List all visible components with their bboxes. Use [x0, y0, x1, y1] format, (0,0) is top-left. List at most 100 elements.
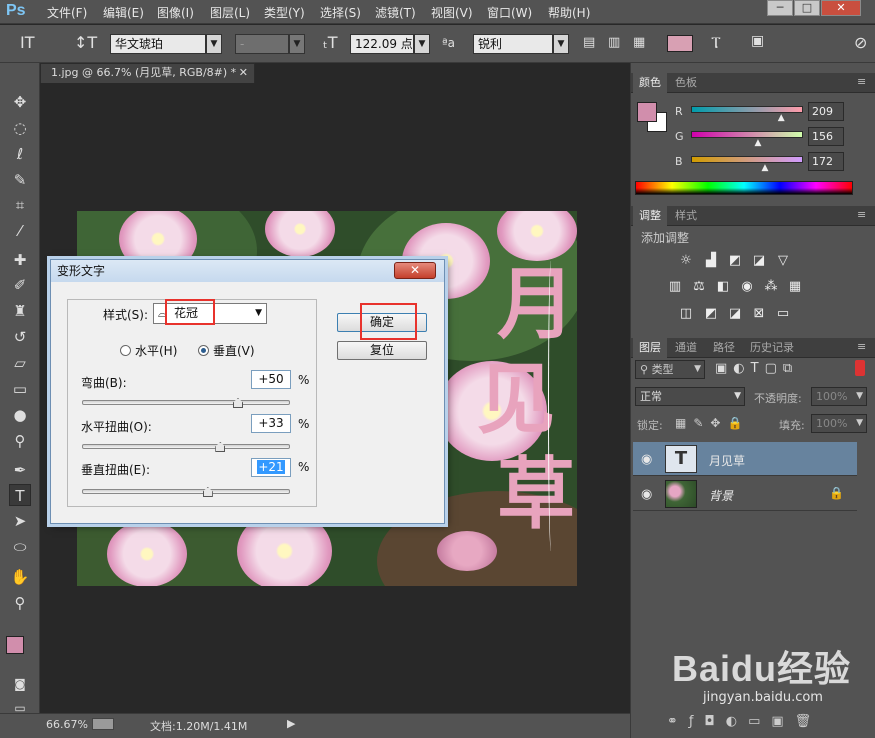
font-family-dropdown-icon[interactable]: ▼	[206, 34, 222, 54]
menu-filter[interactable]: 滤镜(T)	[375, 4, 416, 21]
vertical-radio[interactable]	[198, 345, 209, 356]
menu-view[interactable]: 视图(V)	[431, 4, 473, 21]
zoom-tool-icon[interactable]: ⚲	[9, 592, 31, 614]
eyedropper-tool-icon[interactable]: ⁄	[9, 220, 31, 242]
move-tool-icon[interactable]: ✥	[9, 91, 31, 113]
bend-slider[interactable]	[82, 400, 290, 405]
menu-type[interactable]: 类型(Y)	[264, 4, 305, 21]
red-channel-value[interactable]: 209	[808, 102, 844, 121]
character-panel-icon[interactable]: ▣	[751, 33, 764, 49]
tab-styles[interactable]: 样式	[669, 206, 703, 226]
color-balance-icon[interactable]: ⚖	[691, 279, 707, 295]
panel-menu-icon[interactable]: ≡	[857, 340, 866, 353]
tab-color[interactable]: 颜色	[633, 73, 667, 93]
dialog-close-button[interactable]: ✕	[394, 262, 436, 279]
maximize-button[interactable]: □	[794, 0, 820, 16]
layer-name[interactable]: 月见草	[709, 452, 745, 469]
hue-saturation-icon[interactable]: ▥	[667, 279, 683, 295]
antialias-dropdown-icon[interactable]: ▼	[553, 34, 569, 54]
antialias-field[interactable]: 锐利	[473, 34, 553, 54]
gradient-tool-icon[interactable]: ▭	[9, 378, 31, 400]
horizontal-radio[interactable]	[120, 345, 131, 356]
vertical-distortion-input[interactable]: +21	[251, 458, 291, 477]
color-fg-swatch[interactable]	[637, 102, 657, 122]
tab-channels[interactable]: 通道	[669, 338, 703, 358]
color-lookup-icon[interactable]: ▦	[787, 279, 803, 295]
filter-toggle-icon[interactable]	[855, 360, 865, 376]
quick-select-tool-icon[interactable]: ✎	[9, 169, 31, 191]
path-select-tool-icon[interactable]: ➤	[9, 510, 31, 532]
tab-paths[interactable]: 路径	[707, 338, 741, 358]
color-spectrum-bar[interactable]	[635, 181, 853, 195]
marquee-tool-icon[interactable]: ◌	[9, 117, 31, 139]
crop-tool-icon[interactable]: ⌗	[9, 194, 31, 216]
pen-tool-icon[interactable]: ✒	[9, 459, 31, 481]
visibility-eye-icon[interactable]: ◉	[641, 452, 652, 467]
exposure-icon[interactable]: ◪	[751, 253, 767, 269]
warp-text-icon[interactable]: Ⲧ	[711, 33, 721, 53]
menu-image[interactable]: 图像(I)	[157, 4, 194, 21]
photo-filter-icon[interactable]: ◉	[739, 279, 755, 295]
shape-tool-icon[interactable]: ⬭	[9, 536, 31, 558]
quick-mask-icon[interactable]: ◙	[9, 673, 31, 695]
menu-layer[interactable]: 图层(L)	[210, 4, 250, 21]
panel-menu-icon[interactable]: ≡	[857, 208, 866, 221]
layer-name[interactable]: 背景	[709, 487, 733, 504]
red-slider-thumb[interactable]: ▲	[778, 113, 785, 123]
font-family-field[interactable]: 华文琥珀	[110, 34, 206, 54]
menu-select[interactable]: 选择(S)	[320, 4, 361, 21]
vibrance-icon[interactable]: ▽	[775, 253, 791, 269]
green-slider-thumb[interactable]: ▲	[755, 138, 762, 148]
levels-icon[interactable]: ▟	[703, 253, 719, 269]
menu-window[interactable]: 窗口(W)	[487, 4, 532, 21]
brush-tool-icon[interactable]: ✐	[9, 274, 31, 296]
clone-stamp-tool-icon[interactable]: ♜	[9, 300, 31, 322]
align-center-icon[interactable]: ▥	[608, 35, 620, 50]
layer-actions-bar[interactable]: ⚭ƒ◘◐▭▣🗑	[667, 714, 822, 729]
tab-history[interactable]: 历史记录	[744, 338, 800, 358]
zoom-level[interactable]: 66.67%	[46, 718, 88, 731]
invert-icon[interactable]: ◫	[678, 306, 694, 322]
panel-menu-icon[interactable]: ≡	[857, 75, 866, 88]
posterize-icon[interactable]: ◩	[703, 306, 719, 322]
tab-adjustments[interactable]: 调整	[633, 206, 667, 226]
text-tool-preset-icon[interactable]: ⅠT	[20, 33, 35, 52]
bend-input[interactable]: +50	[251, 370, 291, 389]
brightness-contrast-icon[interactable]: ☼	[678, 253, 694, 269]
healing-brush-tool-icon[interactable]: ✚	[9, 249, 31, 271]
text-color-swatch[interactable]	[667, 35, 693, 52]
font-size-dropdown-icon[interactable]: ▼	[414, 34, 430, 54]
layer-filter-icons[interactable]: ▣◐T▢⧉	[715, 361, 798, 376]
minimize-button[interactable]: ─	[767, 0, 793, 16]
menu-file[interactable]: 文件(F)	[47, 4, 87, 21]
menu-help[interactable]: 帮助(H)	[548, 4, 590, 21]
status-menu-arrow-icon[interactable]: ▶	[287, 717, 295, 730]
red-channel-slider[interactable]	[691, 106, 803, 113]
lock-icons[interactable]: ▦✎✥🔒	[675, 416, 749, 430]
black-white-icon[interactable]: ◧	[715, 279, 731, 295]
green-channel-slider[interactable]	[691, 131, 803, 138]
font-size-field[interactable]: 122.09 点	[350, 34, 414, 54]
document-tab[interactable]: 1.jpg @ 66.7% (月见草, RGB/8#) * ✕	[40, 63, 255, 83]
hand-tool-icon[interactable]: ✋	[9, 566, 31, 588]
lasso-tool-icon[interactable]: ℓ	[9, 143, 31, 165]
cancel-icon[interactable]: ⊘	[854, 33, 867, 52]
font-style-field[interactable]: -	[235, 34, 289, 54]
threshold-icon[interactable]: ◪	[727, 306, 743, 322]
horizontal-distortion-input[interactable]: +33	[251, 414, 291, 433]
opacity-input[interactable]: 100% ▼	[811, 387, 867, 406]
gradient-map-icon[interactable]: ▭	[775, 306, 791, 322]
green-channel-value[interactable]: 156	[808, 127, 844, 146]
blue-channel-slider[interactable]	[691, 156, 803, 163]
dodge-tool-icon[interactable]: ⚲	[9, 430, 31, 452]
blur-tool-icon[interactable]: ●	[9, 404, 31, 426]
eraser-tool-icon[interactable]: ▱	[9, 352, 31, 374]
reset-button[interactable]: 复位	[337, 341, 427, 360]
document-tab-close-icon[interactable]: ✕	[239, 64, 248, 82]
visibility-eye-icon[interactable]: ◉	[641, 487, 652, 502]
channel-mixer-icon[interactable]: ⁂	[763, 279, 779, 295]
selective-color-icon[interactable]: ⊠	[751, 306, 767, 322]
layer-row-text[interactable]: ◉ T 月见草	[633, 442, 857, 476]
blue-channel-value[interactable]: 172	[808, 152, 844, 171]
foreground-color-swatch[interactable]	[6, 636, 24, 654]
